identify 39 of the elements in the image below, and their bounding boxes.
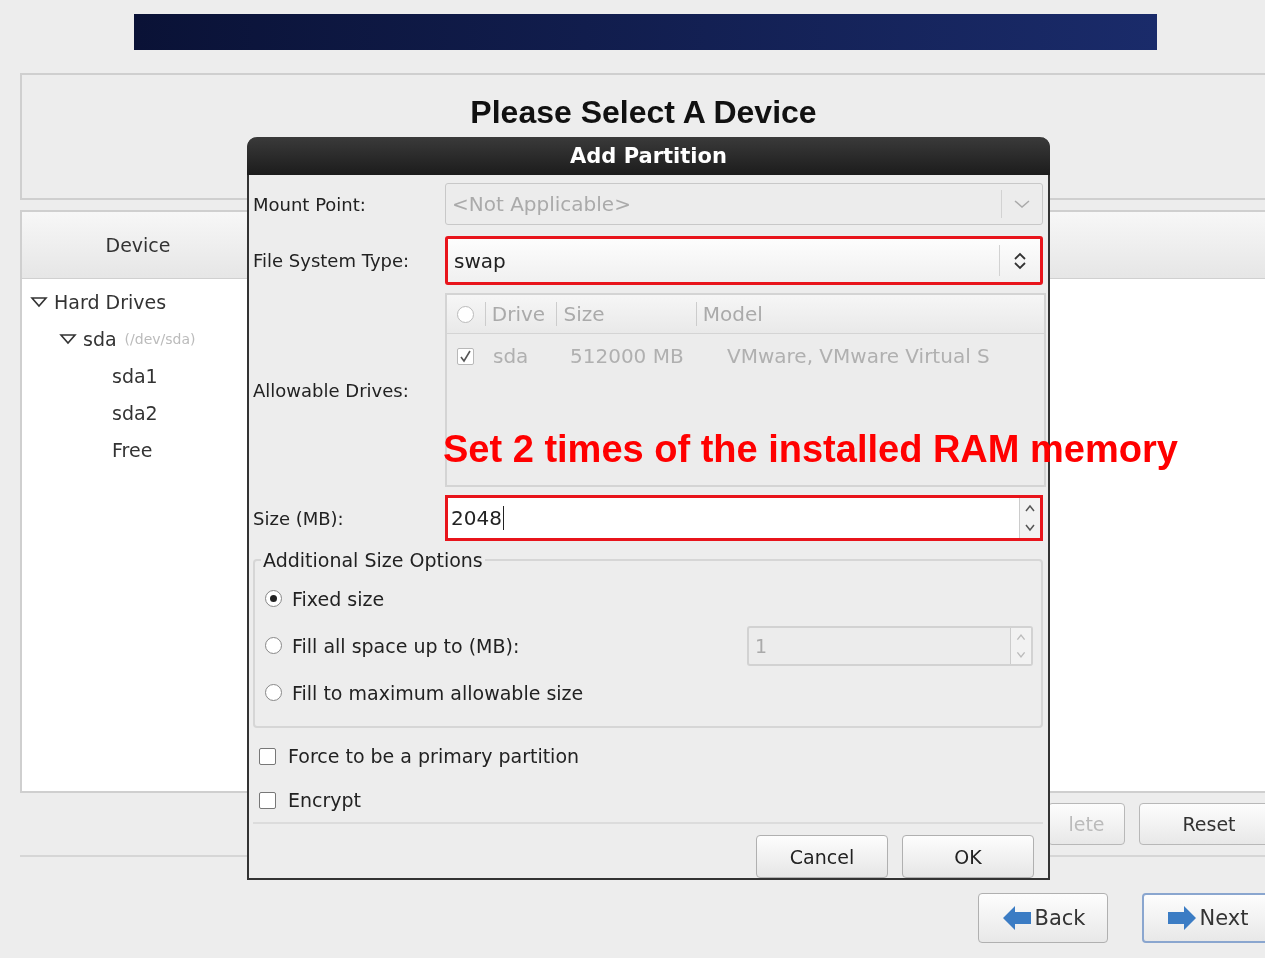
- checkmark-icon: [459, 350, 472, 363]
- field-label: Allowable Drives:: [253, 379, 410, 401]
- option-label[interactable]: Fill all space up to (MB):: [292, 634, 737, 657]
- dialog-button[interactable]: OK: [902, 835, 1034, 878]
- checkbox-label[interactable]: Encrypt: [288, 789, 1043, 811]
- tree-item[interactable]: sda2: [112, 401, 158, 424]
- column-title: Device: [104, 234, 172, 256]
- page-button[interactable]: Reset: [1139, 803, 1265, 845]
- right-arrow-icon: [1165, 903, 1198, 933]
- table-cell-text: VMware, VMware Virtual S: [727, 344, 991, 368]
- file-system-dropdown[interactable]: swap: [445, 236, 1043, 285]
- device-path: (/dev/sda): [124, 330, 196, 347]
- next-button[interactable]: Next: [1142, 893, 1265, 943]
- table-cell-text: 512000 MB: [570, 344, 685, 368]
- option-label[interactable]: Fixed size: [292, 587, 1033, 610]
- radio-button[interactable]: [265, 684, 282, 701]
- table-cell-text: sda: [492, 344, 530, 368]
- checkbox-label[interactable]: Force to be a primary partition: [288, 745, 1043, 767]
- tree-item[interactable]: Free: [112, 438, 153, 461]
- option-label[interactable]: Fill to maximum allowable size: [292, 681, 1033, 704]
- tree-item[interactable]: Hard Drives: [54, 290, 167, 313]
- checkbox[interactable]: [259, 747, 276, 765]
- dialog-button[interactable]: Cancel: [756, 835, 888, 878]
- dialog-title: Add Partition: [247, 137, 1050, 175]
- page-title: Please Select A Device: [470, 93, 817, 131]
- size-input-field[interactable]: 2048: [445, 495, 1043, 541]
- field-label: File System Type:: [253, 250, 411, 271]
- tree-item[interactable]: sda1: [112, 364, 158, 387]
- back-button[interactable]: Back: [978, 893, 1108, 943]
- field-label: Size (MB):: [253, 507, 345, 529]
- expanded-triangle-icon[interactable]: [59, 332, 77, 345]
- expanded-triangle-icon[interactable]: [30, 295, 48, 308]
- radio-column-icon: [457, 305, 475, 323]
- checkbox[interactable]: [259, 791, 276, 809]
- radio-button[interactable]: [265, 637, 282, 654]
- field-label: Mount Point:: [253, 193, 367, 215]
- group-legend: Additional Size Options: [261, 549, 485, 571]
- tree-item[interactable]: sda: [83, 327, 117, 350]
- radio-button[interactable]: [265, 590, 282, 607]
